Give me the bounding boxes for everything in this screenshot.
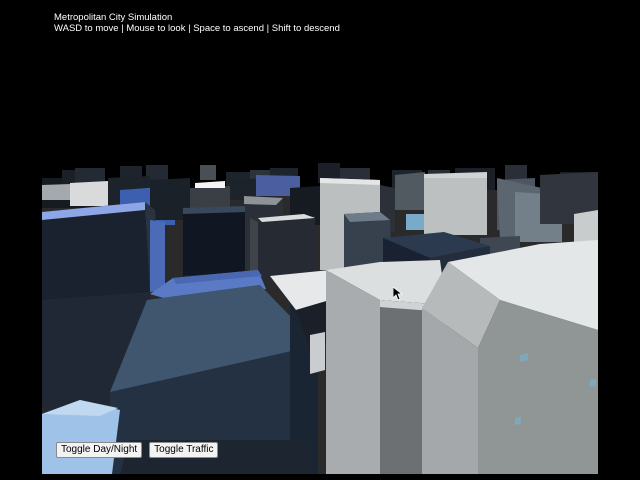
left-pale-blue-block (42, 400, 120, 474)
mouse-cursor-icon (393, 287, 403, 301)
control-panel: Toggle Day/Night Toggle Traffic (56, 442, 219, 458)
city-3d-viewport[interactable] (42, 0, 598, 474)
toggle-day-night-button[interactable]: Toggle Day/Night (56, 442, 143, 458)
simulation-app: Metropolitan City Simulation WASD to mov… (0, 0, 640, 480)
center-dark-cube (250, 214, 315, 280)
hud-title: Metropolitan City Simulation (54, 12, 173, 23)
toggle-traffic-button[interactable]: Toggle Traffic (149, 442, 219, 458)
city-scene (42, 163, 598, 474)
foreground-white-tower (422, 240, 598, 474)
hud-overlay: Metropolitan City Simulation WASD to mov… (54, 12, 340, 34)
hud-instructions: WASD to move | Mouse to look | Space to … (54, 23, 340, 34)
